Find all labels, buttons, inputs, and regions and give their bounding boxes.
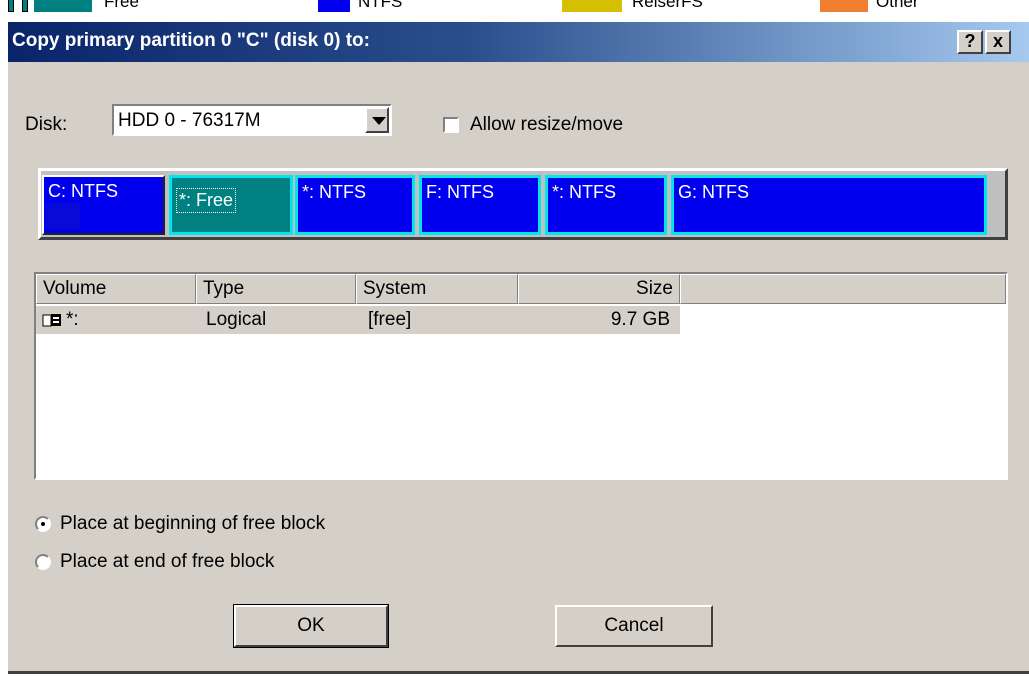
close-button[interactable]: x [985, 30, 1011, 54]
chevron-down-icon[interactable] [365, 107, 389, 133]
column-header-system[interactable]: System [356, 274, 518, 304]
column-header-size[interactable]: Size [518, 274, 680, 304]
dialog-title: Copy primary partition 0 "C" (disk 0) to… [12, 30, 370, 51]
column-header-volume[interactable]: Volume [36, 274, 196, 304]
column-header-size-label: Size [636, 278, 673, 299]
ok-button[interactable]: OK [233, 604, 389, 648]
cell-type: Logical [206, 309, 267, 330]
allow-resize-label[interactable]: Allow resize/move [470, 114, 623, 136]
legend-label-ntfs: NTFS [358, 0, 403, 11]
place-beginning-radio[interactable] [35, 516, 51, 532]
partition-ntfs-2[interactable]: *: NTFS [545, 175, 667, 235]
legend-label-other: Other [876, 0, 919, 11]
disk-label: Disk: [25, 114, 68, 135]
allow-resize-checkbox[interactable] [443, 117, 459, 133]
partition-label: G: NTFS [678, 182, 749, 202]
place-end-label[interactable]: Place at end of free block [60, 551, 274, 573]
partition-label: F: NTFS [426, 182, 494, 202]
table-row[interactable]: *: Logical [free] 9.7 GB [36, 306, 680, 334]
partition-label: *: Free [176, 188, 237, 213]
partition-label: C: NTFS [48, 181, 118, 201]
legend-swatch-ntfs [318, 0, 350, 12]
copy-partition-dialog: Copy primary partition 0 "C" (disk 0) to… [8, 22, 1029, 674]
column-header-type[interactable]: Type [196, 274, 356, 304]
partition-c-ntfs[interactable]: C: NTFS [42, 175, 165, 235]
partition-usage-bar [46, 203, 80, 229]
legend-swatch-reiserfs [562, 0, 622, 12]
partition-f-ntfs[interactable]: F: NTFS [419, 175, 541, 235]
cell-size: 9.7 GB [610, 309, 670, 330]
legend-swatch-free [22, 0, 28, 12]
partition-label: *: NTFS [302, 182, 367, 202]
legend-swatch-free [8, 0, 14, 12]
place-end-radio[interactable] [35, 554, 51, 570]
partition-ntfs-1[interactable]: *: NTFS [295, 175, 415, 235]
partition-free[interactable]: *: Free [169, 175, 293, 235]
legend-swatch-other [820, 0, 868, 12]
volume-list-header: Volume Type System Size [36, 274, 1006, 304]
cell-system: [free] [368, 309, 412, 330]
dialog-titlebar[interactable]: Copy primary partition 0 "C" (disk 0) to… [8, 22, 1029, 62]
drive-icon [42, 314, 61, 327]
column-header-filler [680, 274, 1006, 304]
volume-list[interactable]: Volume Type System Size *: Logical [free… [34, 272, 1008, 480]
disk-select-value: HDD 0 - 76317M [118, 110, 261, 131]
disk-select[interactable]: HDD 0 - 76317M [112, 104, 392, 136]
partition-label: *: NTFS [552, 182, 617, 202]
help-button[interactable]: ? [957, 30, 983, 54]
place-beginning-label[interactable]: Place at beginning of free block [60, 513, 325, 535]
legend-swatch-free [34, 0, 92, 12]
legend-label-free: Free [104, 0, 139, 11]
partition-g-ntfs[interactable]: G: NTFS [671, 175, 987, 235]
legend-label-reiserfs: ReiserFS [632, 0, 703, 11]
legend-strip: Free NTFS ReiserFS Other [0, 0, 1029, 22]
partition-map: C: NTFS *: Free *: NTFS F: NTFS *: NTFS … [38, 168, 1008, 240]
cell-volume: *: [66, 309, 79, 330]
cancel-button[interactable]: Cancel [555, 605, 713, 647]
